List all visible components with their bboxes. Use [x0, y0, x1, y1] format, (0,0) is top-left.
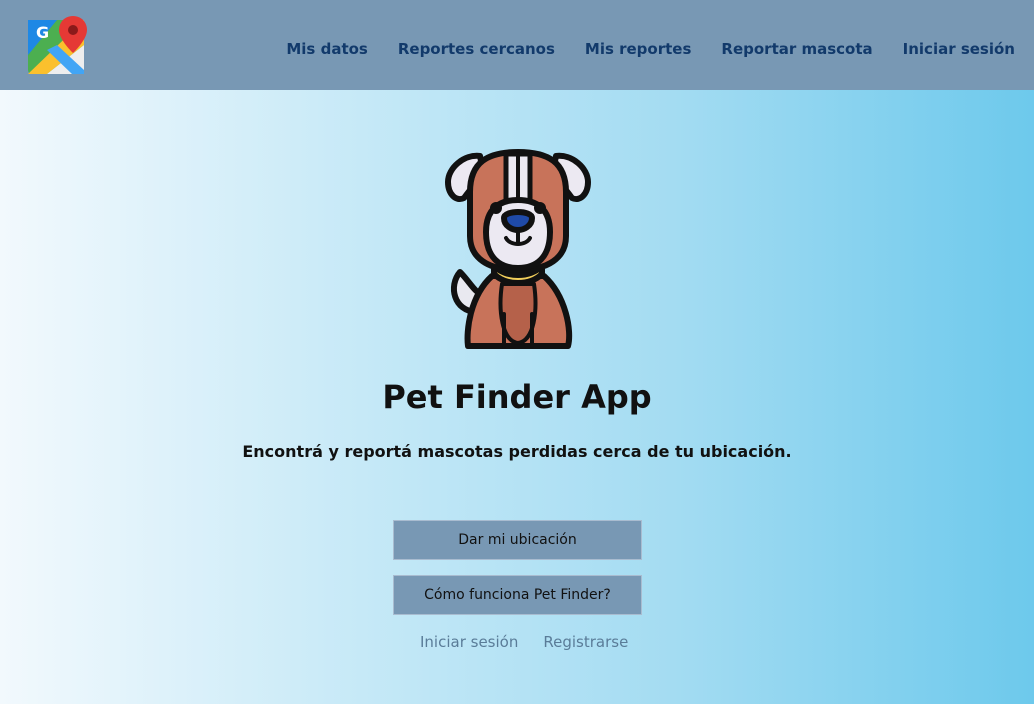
how-it-works-button[interactable]: Cómo funciona Pet Finder?: [393, 575, 642, 615]
login-link[interactable]: Iniciar sesión: [420, 633, 518, 651]
google-maps-icon[interactable]: G: [27, 15, 89, 75]
nav-reportes-cercanos[interactable]: Reportes cercanos: [398, 40, 555, 58]
give-location-button[interactable]: Dar mi ubicación: [393, 520, 642, 560]
top-navbar: G Mis datos Reportes cercanos Mis report…: [0, 0, 1034, 90]
hero-section: Pet Finder App Encontrá y reportá mascot…: [0, 90, 1034, 704]
main-nav: Mis datos Reportes cercanos Mis reportes…: [286, 40, 1015, 58]
nav-mis-reportes[interactable]: Mis reportes: [585, 40, 692, 58]
svg-text:G: G: [36, 23, 49, 42]
dog-icon: [440, 146, 596, 352]
page-title: Pet Finder App: [382, 378, 652, 416]
nav-iniciar-sesion[interactable]: Iniciar sesión: [903, 40, 1015, 58]
auth-links: Iniciar sesión Registrarse: [420, 633, 628, 651]
register-link[interactable]: Registrarse: [543, 633, 628, 651]
nav-mis-datos[interactable]: Mis datos: [286, 40, 367, 58]
nav-reportar-mascota[interactable]: Reportar mascota: [721, 40, 872, 58]
page-subtitle: Encontrá y reportá mascotas perdidas cer…: [242, 442, 792, 461]
